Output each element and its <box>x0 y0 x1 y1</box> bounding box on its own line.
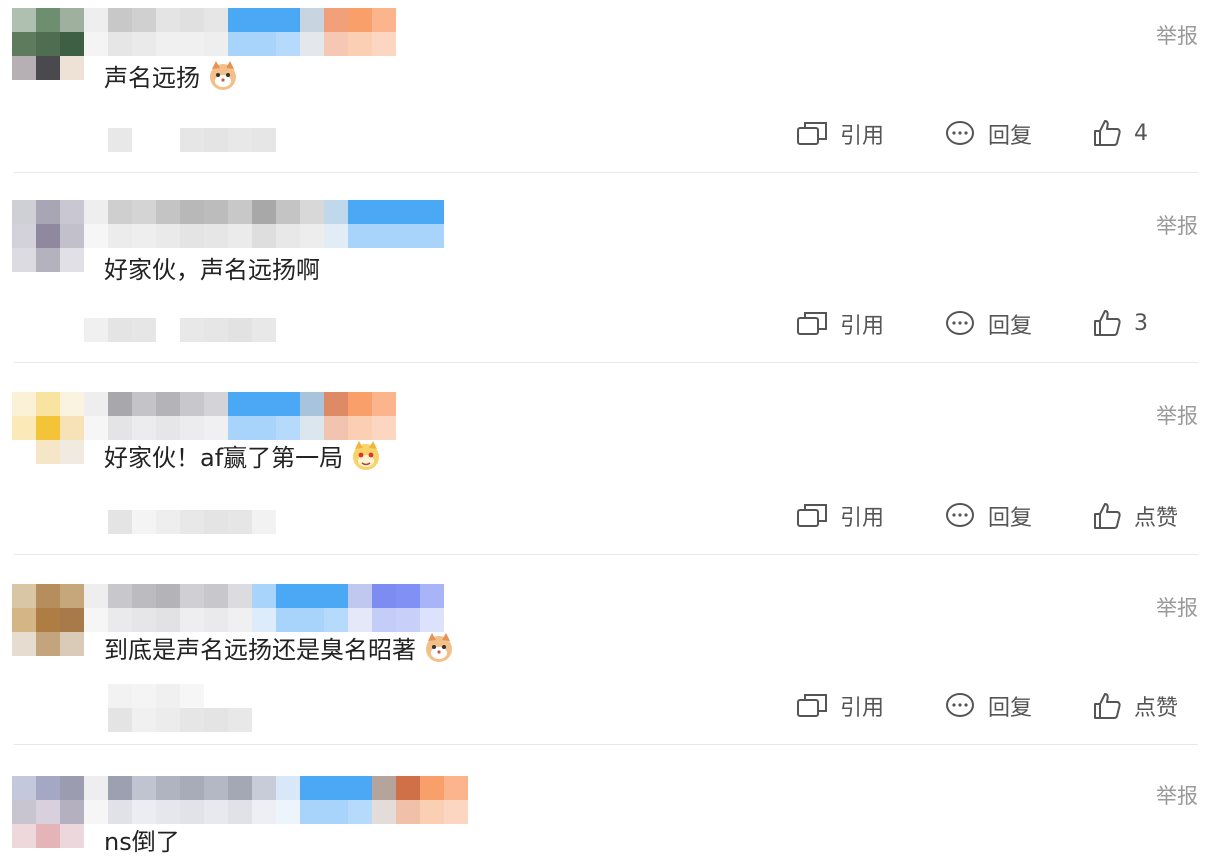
report-link[interactable]: 举报 <box>1156 210 1198 240</box>
cat-emoji-icon <box>426 632 452 662</box>
report-link[interactable]: 举报 <box>1156 780 1198 810</box>
reply-icon <box>946 503 974 527</box>
thumbs-up-icon <box>1094 503 1121 529</box>
report-link[interactable]: 举报 <box>1156 20 1198 50</box>
quote-icon <box>797 694 827 717</box>
avatar[interactable] <box>12 776 84 848</box>
like-count: 3 <box>1134 310 1148 336</box>
comment-text: 到底是声名远扬还是臭名昭著 <box>104 630 456 665</box>
reply-button[interactable]: 回复 <box>944 308 1032 340</box>
timestamp-blurred <box>108 684 252 732</box>
quote-label: 引用 <box>840 124 885 149</box>
reply-button[interactable]: 回复 <box>944 118 1032 150</box>
thumbs-up-icon <box>1094 693 1121 719</box>
reply-label: 回复 <box>988 696 1033 721</box>
reply-label: 回复 <box>988 314 1033 339</box>
comment-text: 声名远扬 <box>104 58 240 93</box>
cat-emoji-icon <box>210 60 236 90</box>
like-button[interactable]: 点赞 <box>1092 690 1178 722</box>
thumbs-up-icon <box>1094 120 1121 146</box>
comment-text: ns倒了 <box>104 822 180 857</box>
reply-button[interactable]: 回复 <box>944 500 1032 532</box>
username-blurred[interactable] <box>84 8 396 56</box>
like-button[interactable]: 点赞 <box>1092 500 1178 532</box>
timestamp-blurred <box>108 510 276 534</box>
reply-label: 回复 <box>988 124 1033 149</box>
username-blurred[interactable] <box>84 392 396 440</box>
quote-label: 引用 <box>840 506 885 531</box>
quote-icon <box>797 504 827 527</box>
cat-emoji-icon <box>353 440 380 470</box>
reply-icon <box>946 121 974 145</box>
reply-icon <box>946 311 974 335</box>
like-label: 点赞 <box>1134 506 1179 531</box>
timestamp-blurred <box>84 318 276 342</box>
reply-icon <box>946 693 974 717</box>
comment-text-content: ns倒了 <box>104 828 180 856</box>
avatar[interactable] <box>12 8 84 80</box>
comment-text-content: 好家伙！af赢了第一局 <box>104 444 344 472</box>
like-button[interactable]: 4 <box>1092 118 1148 148</box>
avatar[interactable] <box>12 392 84 464</box>
username-blurred[interactable] <box>84 584 444 632</box>
quote-label: 引用 <box>840 314 885 339</box>
quote-icon <box>797 122 827 145</box>
divider <box>14 172 1198 173</box>
username-blurred[interactable] <box>84 200 444 248</box>
reply-button[interactable]: 回复 <box>944 690 1032 722</box>
quote-button[interactable]: 引用 <box>796 308 884 340</box>
like-label: 点赞 <box>1134 696 1179 721</box>
divider <box>14 744 1198 745</box>
quote-icon <box>797 312 827 335</box>
comment-text-content: 好家伙，声名远扬啊 <box>104 256 320 284</box>
comment-text: 好家伙！af赢了第一局 <box>104 438 383 473</box>
report-link[interactable]: 举报 <box>1156 400 1198 430</box>
comment-text-content: 声名远扬 <box>104 64 200 92</box>
divider <box>14 554 1198 555</box>
reply-label: 回复 <box>988 506 1033 531</box>
username-blurred[interactable] <box>84 776 468 824</box>
divider <box>14 362 1198 363</box>
timestamp-blurred <box>108 128 276 152</box>
avatar[interactable] <box>12 584 84 656</box>
like-button[interactable]: 3 <box>1092 308 1148 338</box>
avatar[interactable] <box>12 200 84 272</box>
comment-text-content: 到底是声名远扬还是臭名昭著 <box>104 636 416 664</box>
report-link[interactable]: 举报 <box>1156 592 1198 622</box>
quote-label: 引用 <box>840 696 885 721</box>
comment-text: 好家伙，声名远扬啊 <box>104 250 320 285</box>
quote-button[interactable]: 引用 <box>796 690 884 722</box>
like-count: 4 <box>1134 120 1148 146</box>
thumbs-up-icon <box>1094 310 1121 336</box>
quote-button[interactable]: 引用 <box>796 500 884 532</box>
quote-button[interactable]: 引用 <box>796 118 884 150</box>
